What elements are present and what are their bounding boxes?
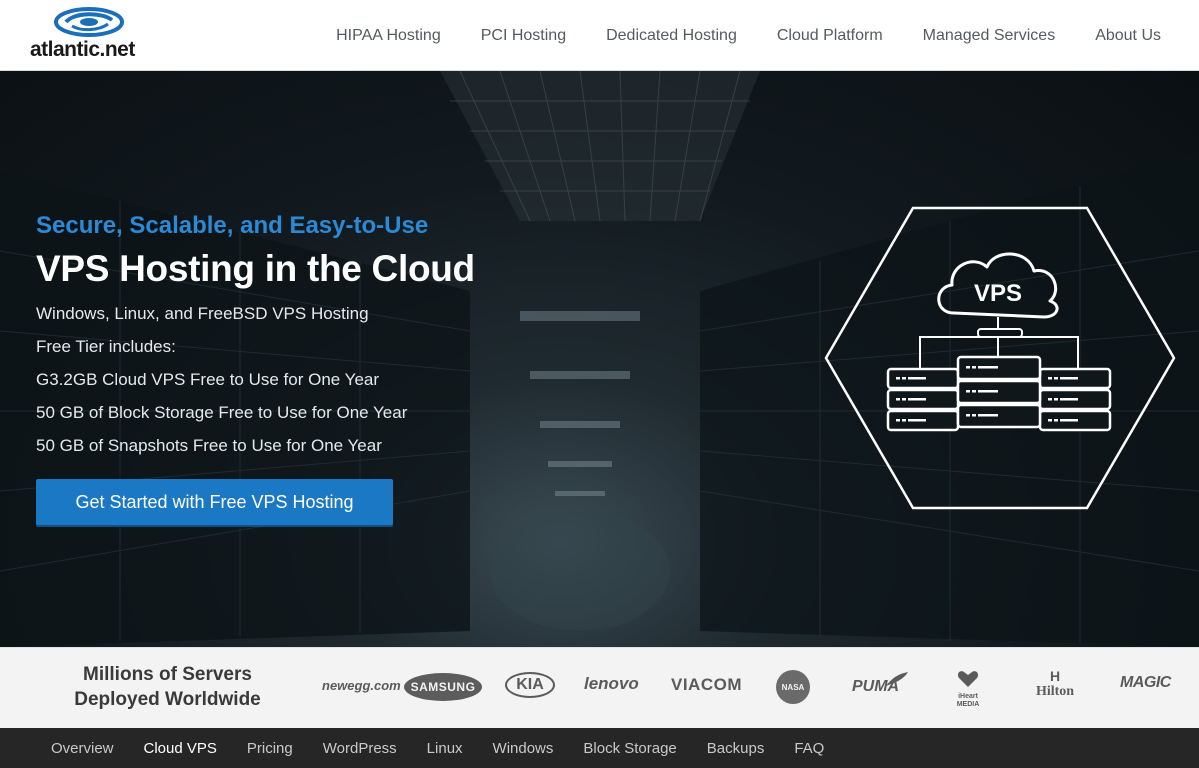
hero-line: Free Tier includes: — [36, 337, 176, 356]
nav-cloud-platform[interactable]: Cloud Platform — [777, 27, 883, 45]
hero-line: 50 GB of Snapshots Free to Use for One Y… — [36, 436, 382, 455]
hero-line: Windows, Linux, and FreeBSD VPS Hosting — [36, 304, 369, 323]
puma-cat-icon — [886, 672, 908, 686]
nav-dedicated-hosting[interactable]: Dedicated Hosting — [606, 27, 737, 45]
subnav-cloud-vps[interactable]: Cloud VPS — [144, 740, 217, 757]
vps-hexagon-graphic: VPS — [824, 206, 1176, 510]
hero-line: 50 GB of Block Storage Free to Use for O… — [36, 403, 408, 422]
clients-title: Millions of Servers Deployed Worldwide — [74, 664, 261, 710]
kia-logo: KIA — [505, 672, 555, 698]
atlantic-net-logo[interactable]: atlantic.net — [28, 6, 158, 64]
subnav-pricing[interactable]: Pricing — [247, 740, 293, 757]
hero-title: VPS Hosting in the Cloud — [36, 248, 475, 289]
lenovo-logo: lenovo — [584, 674, 639, 693]
iheart-logo: iHeart MEDIA — [955, 670, 981, 709]
subnav-wordpress[interactable]: WordPress — [323, 740, 397, 757]
hilton-logo: H Hilton — [1030, 668, 1080, 700]
main-nav: HIPAA Hosting PCI Hosting Dedicated Host… — [336, 0, 1161, 71]
logo-text: atlantic.net — [30, 38, 135, 61]
client-logos-strip: Millions of Servers Deployed Worldwide n… — [0, 647, 1199, 728]
hilton-text: Hilton — [1035, 684, 1075, 699]
hero-copy: Secure, Scalable, and Easy-to-Use VPS Ho… — [36, 211, 475, 462]
subnav-block-storage[interactable]: Block Storage — [583, 740, 676, 757]
swirl-logo-icon — [54, 7, 124, 37]
orlando-magic-logo: MAGIC — [1120, 674, 1171, 691]
hilton-h-icon: H — [1049, 668, 1061, 684]
iheart-text: iHeart MEDIA — [956, 693, 980, 708]
nav-managed-services[interactable]: Managed Services — [923, 27, 1056, 45]
nav-pci-hosting[interactable]: PCI Hosting — [481, 27, 566, 45]
get-started-button[interactable]: Get Started with Free VPS Hosting — [36, 479, 393, 525]
viacom-logo: VIACOM — [671, 675, 742, 694]
subnav-overview[interactable]: Overview — [51, 740, 114, 757]
samsung-logo: SAMSUNG — [404, 673, 482, 701]
subnav-backups[interactable]: Backups — [707, 740, 765, 757]
site-header: atlantic.net HIPAA Hosting PCI Hosting D… — [0, 0, 1199, 71]
nav-about-us[interactable]: About Us — [1095, 27, 1161, 45]
nav-hipaa-hosting[interactable]: HIPAA Hosting — [336, 27, 441, 45]
hero-line: G3.2GB Cloud VPS Free to Use for One Yea… — [36, 370, 380, 389]
hero-section: Secure, Scalable, and Easy-to-Use VPS Ho… — [0, 71, 1199, 647]
subnav-linux[interactable]: Linux — [427, 740, 463, 757]
subnav-windows[interactable]: Windows — [493, 740, 554, 757]
newegg-logo: newegg.com — [322, 678, 401, 693]
heart-icon — [957, 671, 979, 687]
product-subnav: Overview Cloud VPS Pricing WordPress Lin… — [0, 728, 1199, 768]
hero-feature-list: Windows, Linux, and FreeBSD VPS Hosting … — [36, 297, 475, 462]
subnav-faq[interactable]: FAQ — [794, 740, 824, 757]
vps-graphic-label: VPS — [974, 280, 1022, 307]
nasa-logo: NASA — [776, 670, 810, 704]
hero-subtitle: Secure, Scalable, and Easy-to-Use — [36, 212, 429, 239]
